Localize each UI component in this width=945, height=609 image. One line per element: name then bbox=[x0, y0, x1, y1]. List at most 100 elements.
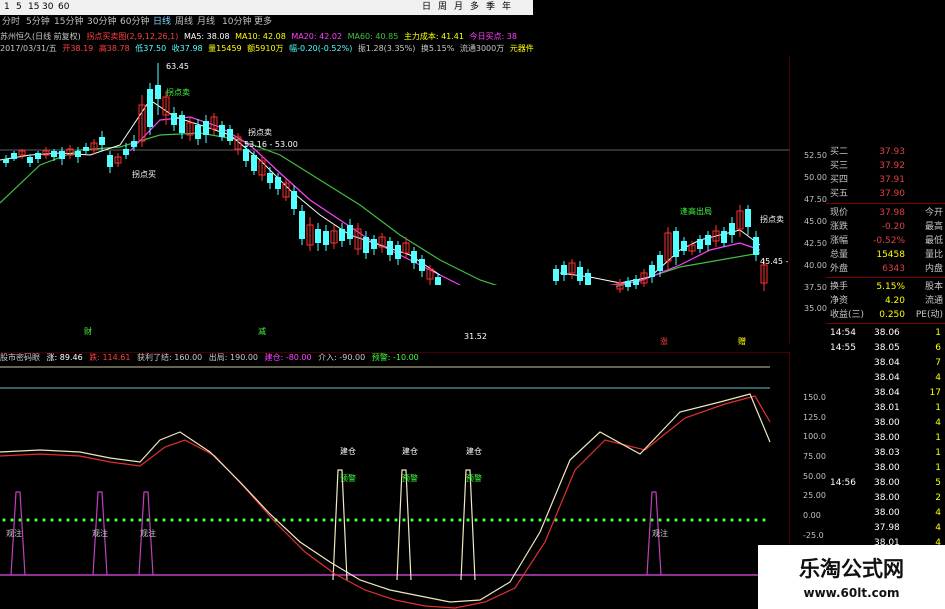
candle-body bbox=[227, 129, 233, 141]
tab-15min[interactable]: 15分钟 bbox=[54, 15, 83, 29]
ma60-value: MA60: 40.85 bbox=[347, 32, 399, 41]
quote-label-2: 股本 bbox=[924, 282, 943, 292]
jiancang-label-1: 建仓 bbox=[340, 446, 356, 456]
toolbar-btn-60[interactable]: 60 bbox=[56, 0, 71, 15]
quote-value: 0.250 bbox=[879, 310, 905, 320]
warning-dot bbox=[698, 518, 702, 522]
tab-60min[interactable]: 60分钟 bbox=[120, 15, 149, 29]
warning-dot bbox=[114, 518, 118, 522]
warning-dot bbox=[530, 518, 534, 522]
high-price-label: 63.45 bbox=[166, 62, 189, 71]
tab-5min[interactable]: 5分钟 bbox=[26, 15, 50, 29]
tick-volume: 1 bbox=[935, 328, 941, 338]
quote-row-eps: 收益(三) 0.250 PE(动) bbox=[826, 308, 945, 322]
warning-dot bbox=[290, 518, 294, 522]
warning-dot bbox=[626, 518, 630, 522]
tick-time: 14:55 bbox=[830, 343, 856, 353]
warning-dot bbox=[634, 518, 638, 522]
candle-body bbox=[123, 149, 129, 155]
candle-body bbox=[649, 265, 655, 277]
tick-row: 38.04 7 bbox=[826, 357, 945, 370]
price-tick-4500: 45.00 bbox=[804, 217, 827, 226]
tick-price: 38.05 bbox=[874, 343, 900, 353]
tab-30min[interactable]: 30分钟 bbox=[87, 15, 116, 29]
bar-amplitude: 振1.28(3.35%) bbox=[357, 44, 416, 53]
warning-dot bbox=[234, 518, 238, 522]
warning-dot bbox=[106, 518, 110, 522]
tick-time: 14:54 bbox=[830, 328, 856, 338]
tick-price: 38.04 bbox=[874, 373, 900, 383]
warning-dot bbox=[186, 518, 190, 522]
tab-timeshare[interactable]: 分时 bbox=[2, 15, 20, 29]
candle-body bbox=[179, 115, 185, 133]
candle-body bbox=[697, 239, 703, 249]
warning-dot bbox=[762, 518, 766, 522]
toolbar-btn-season[interactable]: 季 bbox=[484, 0, 497, 15]
tab-weekly[interactable]: 周线 bbox=[175, 15, 193, 29]
bar-float: 流通3000万 bbox=[459, 44, 505, 53]
toolbar-btn-day[interactable]: 日 bbox=[420, 0, 433, 15]
tab-monthly[interactable]: 月线 bbox=[197, 15, 215, 29]
tab-daily[interactable]: 日线 bbox=[153, 15, 171, 29]
quote-label: 换手 bbox=[830, 282, 849, 292]
warning-dot bbox=[730, 518, 734, 522]
warning-dot bbox=[122, 518, 126, 522]
toolbar-btn-30[interactable]: 30 bbox=[40, 0, 55, 15]
quote-value: -0.20 bbox=[881, 222, 905, 232]
candle-body bbox=[219, 125, 225, 137]
quote-label: 总量 bbox=[830, 250, 849, 260]
toolbar-btn-5[interactable]: 5 bbox=[14, 0, 24, 15]
tick-volume: 1 bbox=[935, 448, 941, 458]
candle-body bbox=[561, 265, 567, 275]
candle-body bbox=[387, 241, 393, 255]
ma60-line bbox=[0, 132, 761, 296]
tick-volume: 17 bbox=[929, 388, 941, 398]
warning-dot bbox=[402, 518, 406, 522]
warning-dot bbox=[562, 518, 566, 522]
candle-body bbox=[411, 251, 417, 263]
quote-label: 涨跌 bbox=[830, 222, 849, 232]
warning-dot bbox=[746, 518, 750, 522]
warning-dot bbox=[322, 518, 326, 522]
tick-volume: 4 bbox=[935, 523, 941, 533]
yujing-label-1: 预警 bbox=[340, 473, 356, 483]
quote-row-change: 涨跌 -0.20 最高 bbox=[826, 220, 945, 234]
toolbar-btn-multi[interactable]: 多 bbox=[468, 0, 481, 15]
warning-dot bbox=[282, 518, 286, 522]
warning-dot bbox=[738, 518, 742, 522]
warning-dot bbox=[522, 518, 526, 522]
ma10-value: MA10: 42.08 bbox=[235, 32, 286, 41]
warning-dot bbox=[570, 518, 574, 522]
toolbar-btn-week[interactable]: 周 bbox=[436, 0, 449, 15]
quote-label: 买五 bbox=[830, 189, 849, 199]
candle-body bbox=[267, 173, 273, 183]
candle-body bbox=[299, 211, 305, 239]
tab-more[interactable]: 更多 bbox=[254, 15, 272, 29]
warning-dot bbox=[330, 518, 334, 522]
tick-row: 38.01 1 bbox=[826, 402, 945, 415]
candle-body bbox=[585, 273, 591, 285]
guanzhu-label-3: 观注 bbox=[140, 528, 156, 538]
quote-value: 6343 bbox=[882, 264, 905, 274]
tab-10min[interactable]: 10分钟 bbox=[222, 15, 251, 29]
toolbar-btn-1[interactable]: 1 bbox=[2, 0, 12, 15]
warning-dot bbox=[498, 518, 502, 522]
toolbar-btn-year[interactable]: 年 bbox=[500, 0, 513, 15]
price-tick-5250: 52.50 bbox=[804, 151, 827, 160]
tick-time: 14:56 bbox=[830, 478, 856, 488]
warning-dot bbox=[138, 518, 142, 522]
quote-value: 15458 bbox=[876, 250, 905, 260]
warning-dot bbox=[242, 518, 246, 522]
indicator-lines bbox=[0, 393, 771, 609]
tick-price: 38.04 bbox=[874, 358, 900, 368]
quote-row-outer: 外盘 6343 内盘 bbox=[826, 262, 945, 276]
quote-value: 37.98 bbox=[879, 208, 905, 218]
toolbar-btn-month[interactable]: 月 bbox=[452, 0, 465, 15]
tick-price: 38.01 bbox=[874, 403, 900, 413]
tick-volume: 4 bbox=[935, 508, 941, 518]
warning-dot bbox=[594, 518, 598, 522]
warning-dot bbox=[2, 518, 6, 522]
warning-dot bbox=[202, 518, 206, 522]
quote-value: 37.90 bbox=[879, 189, 905, 199]
indicator-chart[interactable]: 建仓 建仓 建仓 预警 预警 预警 观注 观注 观注 观注 bbox=[0, 352, 790, 609]
